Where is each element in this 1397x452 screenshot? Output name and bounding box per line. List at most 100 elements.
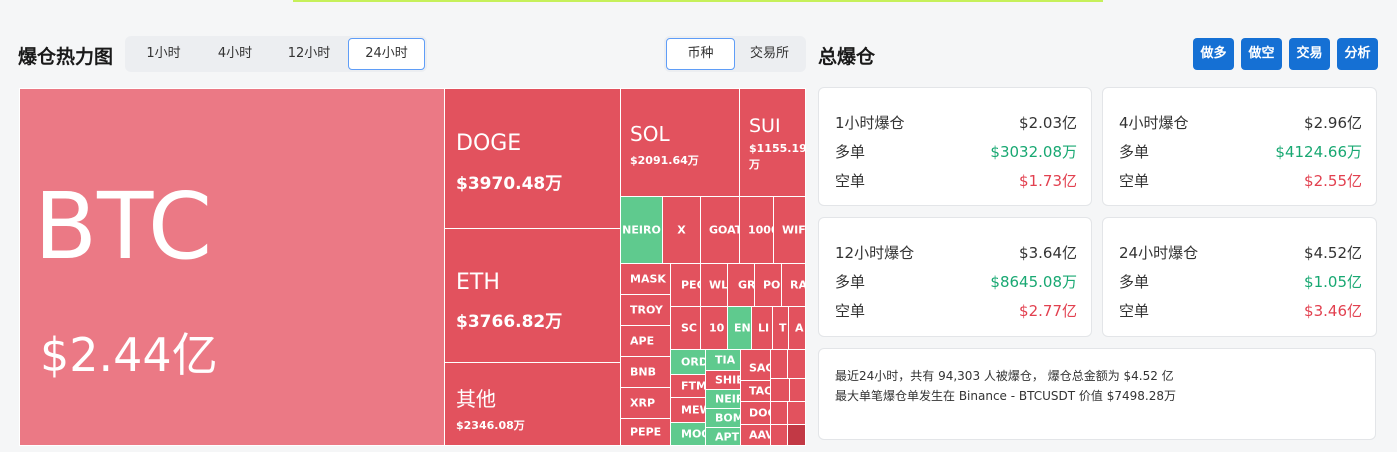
treemap-cell-troy[interactable]: TROY <box>620 294 671 326</box>
long-value: $8645.08万 <box>990 273 1077 291</box>
treemap-cell-10[interactable]: 10 <box>700 306 728 350</box>
long-label: 多单 <box>1119 143 1150 161</box>
cell-symbol: TAC <box>749 384 771 398</box>
cell-symbol: SAG <box>749 361 770 375</box>
long-label: 多单 <box>835 143 866 161</box>
time-option-12h[interactable]: 12小时 <box>270 38 348 70</box>
long-label: 多单 <box>1119 273 1150 291</box>
treemap-cell-po[interactable]: PO <box>754 263 782 307</box>
cell-symbol: PO <box>763 278 781 292</box>
treemap-cell-gr[interactable]: GR <box>727 263 755 307</box>
treemap-cell-en[interactable]: EN <box>727 306 752 350</box>
treemap-cell-t[interactable]: T <box>772 306 789 350</box>
cell-symbol: ETH <box>456 270 500 295</box>
treemap-cell-apt[interactable]: APT <box>705 427 741 446</box>
cell-symbol: GOAT <box>709 223 740 237</box>
long-value: $4124.66万 <box>1275 143 1362 161</box>
cell-symbol: NEIR <box>715 392 740 406</box>
short-value: $2.55亿 <box>1304 172 1362 190</box>
long-label: 多单 <box>835 273 866 291</box>
treemap-cell-tia[interactable]: TIA <box>705 349 741 371</box>
mode-option-exchange[interactable]: 交易所 <box>735 38 804 70</box>
treemap-cell-bnb[interactable]: BNB <box>620 356 671 388</box>
short-label: 空单 <box>835 302 866 320</box>
cell-amount: $1155.19 万 <box>749 142 806 171</box>
total-liquidation-title: 总爆仓 <box>818 46 876 68</box>
treemap-cell-a[interactable]: A <box>788 306 806 350</box>
short-label: 空单 <box>1119 302 1150 320</box>
treemap-cell-neir[interactable]: NEIR <box>705 389 741 409</box>
treemap-cell-small[interactable] <box>770 349 788 379</box>
liquidation-card-1h: 1小时爆仓 $2.03亿 多单 $3032.08万 空单 $1.73亿 <box>818 87 1092 206</box>
treemap-cell-ftm[interactable]: FTM <box>670 374 706 398</box>
heatmap-title: 爆仓热力图 <box>18 46 114 68</box>
card-label: 4小时爆仓 <box>1119 114 1189 132</box>
cell-symbol: BTC <box>34 173 213 280</box>
trade-button[interactable]: 交易 <box>1289 38 1330 70</box>
treemap-cell-xrp[interactable]: XRP <box>620 387 671 419</box>
treemap-cell-small[interactable] <box>770 424 788 446</box>
treemap-cell-sol[interactable]: SOL $2091.64万 <box>620 88 740 197</box>
treemap-cell-small[interactable] <box>770 401 788 425</box>
cell-symbol: BOM <box>715 411 741 425</box>
treemap-cell-sc[interactable]: SC <box>670 306 701 350</box>
time-range-selector: 1小时 4小时 12小时 24小时 <box>125 36 427 72</box>
treemap-cell-mask[interactable]: MASK <box>620 263 671 295</box>
liquidation-summary: 最近24小时，共有 94,303 人被爆仓， 爆仓总金额为 $4.52 亿 最大… <box>818 348 1376 440</box>
treemap-cell-btc[interactable]: BTC $2.44亿 <box>19 88 445 446</box>
treemap-cell-wl[interactable]: WL <box>700 263 728 307</box>
group-mode-selector: 币种 交易所 <box>664 36 806 72</box>
treemap-cell-moo[interactable]: MOO <box>670 422 706 446</box>
treemap-cell-shib[interactable]: SHIB <box>705 370 741 390</box>
cell-symbol: EN <box>734 321 751 335</box>
treemap-cell-small[interactable] <box>789 378 806 402</box>
treemap-cell-others[interactable]: 其他 $2346.08万 <box>444 362 621 446</box>
short-value: $1.73亿 <box>1019 172 1077 190</box>
treemap-cell-aav[interactable]: AAV <box>740 424 771 446</box>
treemap-cell-eth[interactable]: ETH $3766.82万 <box>444 228 621 363</box>
treemap-cell-li[interactable]: LI <box>751 306 773 350</box>
treemap-cell-goat[interactable]: GOAT <box>700 196 740 264</box>
treemap-cell-ra[interactable]: RA <box>781 263 806 307</box>
top-accent-line <box>293 0 1103 2</box>
time-option-1h[interactable]: 1小时 <box>127 38 200 70</box>
long-button[interactable]: 做多 <box>1193 38 1234 70</box>
treemap-cell-tac[interactable]: TAC <box>740 380 771 402</box>
treemap-cell-ape[interactable]: APE <box>620 325 671 357</box>
treemap-cell-small[interactable] <box>787 401 806 425</box>
analysis-button[interactable]: 分析 <box>1337 38 1378 70</box>
cell-symbol: FTM <box>681 379 706 393</box>
treemap-cell-wif[interactable]: WIF <box>773 196 806 264</box>
treemap-cell-peo[interactable]: PEO <box>670 263 701 307</box>
cell-symbol: SHIB <box>715 373 740 387</box>
treemap-cell-small[interactable] <box>787 349 806 379</box>
time-option-24h[interactable]: 24小时 <box>348 38 425 70</box>
treemap-cell-bom[interactable]: BOM <box>705 408 741 428</box>
treemap-cell-x[interactable]: X <box>662 196 701 264</box>
treemap-cell-neiro[interactable]: NEIRO <box>620 196 663 264</box>
treemap-cell-small[interactable] <box>787 424 806 446</box>
treemap-cell-pepe[interactable]: PEPE <box>620 418 671 446</box>
short-button[interactable]: 做空 <box>1241 38 1282 70</box>
cell-symbol: SC <box>681 321 697 335</box>
card-total: $2.03亿 <box>1019 114 1077 132</box>
cell-symbol: 10 <box>709 321 725 335</box>
treemap-cell-dog[interactable]: DOG <box>740 401 771 425</box>
time-option-4h[interactable]: 4小时 <box>200 38 270 70</box>
mode-option-coin[interactable]: 币种 <box>666 38 735 70</box>
treemap-cell-sui[interactable]: SUI $1155.19 万 <box>739 88 806 197</box>
card-total: $3.64亿 <box>1019 244 1077 262</box>
cell-amount: $3970.48万 <box>456 174 563 194</box>
treemap-cell-ord[interactable]: ORD <box>670 349 706 375</box>
treemap-cell-doge[interactable]: DOGE $3970.48万 <box>444 88 621 229</box>
cell-symbol: TROY <box>630 303 663 317</box>
cell-symbol: XRP <box>630 396 656 410</box>
treemap-cell-sag[interactable]: SAG <box>740 349 771 381</box>
treemap-cell-small[interactable] <box>770 378 790 402</box>
summary-line-2: 最大单笔爆仓单发生在 Binance - BTCUSDT 价值 $7498.28… <box>835 389 1176 403</box>
long-value: $3032.08万 <box>990 143 1077 161</box>
treemap-cell-mew[interactable]: MEW <box>670 397 706 423</box>
cell-symbol: 1000 <box>748 223 773 237</box>
treemap-cell-1000[interactable]: 1000 <box>739 196 774 264</box>
short-label: 空单 <box>1119 172 1150 190</box>
